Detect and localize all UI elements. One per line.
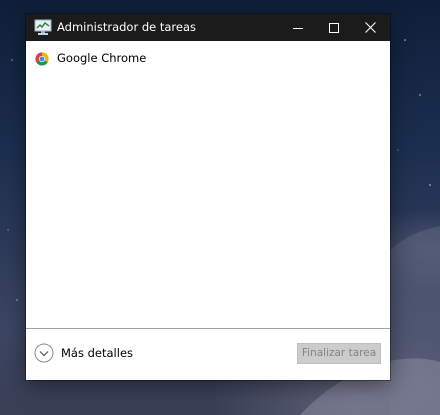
close-icon [364, 22, 376, 33]
chrome-icon [35, 51, 49, 66]
minimize-icon [293, 27, 303, 29]
minimize-button[interactable] [281, 14, 315, 41]
maximize-button[interactable] [317, 14, 351, 41]
process-name: Google Chrome [57, 51, 147, 65]
footer: Más detalles Finalizar tarea [26, 329, 390, 380]
title-bar[interactable]: Administrador de tareas [26, 14, 390, 41]
window-title: Administrador de tareas [57, 20, 197, 34]
maximize-icon [329, 22, 339, 33]
chevron-down-circle-icon [34, 343, 54, 363]
process-row[interactable]: Google Chrome [26, 47, 388, 69]
more-details-toggle[interactable]: Más detalles [34, 342, 133, 364]
end-task-button[interactable]: Finalizar tarea [297, 343, 381, 364]
more-details-label: Más detalles [61, 346, 134, 360]
task-manager-window: Administrador de tareas Google Chrome Má… [26, 14, 390, 380]
task-manager-icon [34, 19, 52, 36]
close-button[interactable] [353, 14, 387, 41]
process-list: Google Chrome [26, 41, 390, 328]
